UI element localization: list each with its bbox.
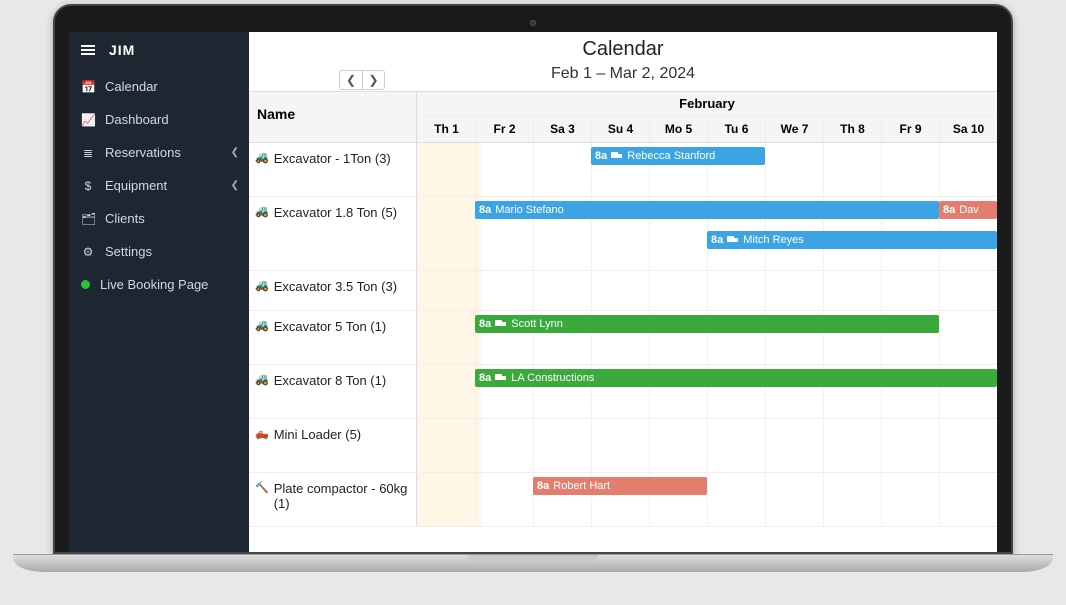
event-time: 8a [537,480,549,492]
main-content: Calendar Feb 1 – Mar 2, 2024 ❮ ❯ Name Fe… [249,32,997,552]
equipment-icon: 🚜 [255,373,269,386]
chevron-left-icon: ❮ [231,180,239,191]
slots-area: 8a Scott Lynn [417,311,997,364]
resource-name: 🚜Excavator 5 Ton (1) [249,311,417,364]
event-time: 8a [943,204,955,216]
slots-area: 8a Mario Stefano 8a Dav 8a Mitch Reyes [417,197,997,270]
prev-button[interactable]: ❮ [340,71,362,89]
sidebar-item-settings[interactable]: ⚙ Settings [69,235,249,268]
day-header: Th 1 [417,116,475,142]
sidebar-item-label: Reservations [105,145,181,160]
camera-dot [530,20,536,26]
event-time: 8a [595,150,607,162]
resource-row: 🚜Excavator 3.5 Ton (3) [249,271,997,311]
chevron-left-icon: ❮ [231,147,239,158]
booking-event[interactable]: 8a Robert Hart [533,477,707,495]
sidebar: JIM 📅 Calendar 📈 Dashboard ≣ Reservations ❮ $ Eq… [69,32,249,552]
sidebar-item-label: Live Booking Page [100,277,208,292]
equipment-icon: 🚜 [255,205,269,218]
day-header: Mo 5 [649,116,707,142]
sidebar-item-label: Dashboard [105,112,169,127]
event-label: Scott Lynn [511,318,563,330]
booking-event[interactable]: 8a Rebecca Stanford [591,147,765,165]
truck-icon [611,152,623,161]
list-icon: ≣ [81,146,95,160]
day-header: Su 4 [591,116,649,142]
live-status-icon [81,280,90,289]
sidebar-item-reservations[interactable]: ≣ Reservations ❮ [69,136,249,169]
resource-row: 🚜Excavator 5 Ton (1) 8a Scott Lynn [249,311,997,365]
resource-row: 🚜Excavator - 1Ton (3) 8a Rebecca Stanford [249,143,997,197]
event-label: Rebecca Stanford [627,150,715,162]
sidebar-item-label: Settings [105,244,152,259]
booking-event[interactable]: 8a LA Constructions [475,369,997,387]
hamburger-icon[interactable] [81,43,95,57]
gear-icon: ⚙ [81,245,95,259]
equipment-icon: 🔨 [255,481,269,494]
day-header: Fr 2 [475,116,533,142]
event-time: 8a [479,372,491,384]
dollar-icon: $ [81,179,95,193]
slots-area: 8a LA Constructions [417,365,997,418]
equipment-icon: 🚜 [255,151,269,164]
equipment-icon: 🚜 [255,319,269,332]
month-header: February [417,92,997,116]
next-button[interactable]: ❯ [362,71,384,89]
resource-name: 🛻Mini Loader (5) [249,419,417,472]
slots-area [417,419,997,472]
booking-event[interactable]: 8a Mitch Reyes [707,231,997,249]
sidebar-item-equipment[interactable]: $ Equipment ❮ [69,169,249,202]
slots-area [417,271,997,310]
booking-event[interactable]: 8a Dav [939,201,997,219]
resource-name: 🚜Excavator 3.5 Ton (3) [249,271,417,310]
brand-logo: JIM [109,42,135,58]
day-header: Fr 9 [881,116,939,142]
day-header: Tu 6 [707,116,765,142]
calendar-nav: ❮ ❯ [339,70,385,90]
resource-name: 🚜Excavator 8 Ton (1) [249,365,417,418]
booking-event[interactable]: 8a Scott Lynn [475,315,939,333]
event-time: 8a [479,204,491,216]
resource-name: 🚜Excavator 1.8 Ton (5) [249,197,417,270]
calendar-icon: 📅 [81,80,95,94]
event-time: 8a [711,234,723,246]
day-header: Th 8 [823,116,881,142]
sidebar-item-label: Calendar [105,79,158,94]
event-time: 8a [479,318,491,330]
event-label: Dav [959,204,979,216]
truck-icon [495,320,507,329]
truck-icon [495,374,507,383]
sidebar-item-clients[interactable]: 🗂 Clients [69,202,249,235]
sidebar-item-dashboard[interactable]: 📈 Dashboard [69,103,249,136]
resource-row: 🔨Plate compactor - 60kg (1) 8a Robert Hart [249,473,997,527]
resource-row: 🛻Mini Loader (5) [249,419,997,473]
booking-event[interactable]: 8a Mario Stefano [475,201,939,219]
event-label: Mitch Reyes [743,234,804,246]
equipment-icon: 🚜 [255,279,269,292]
equipment-icon: 🛻 [255,427,269,440]
truck-icon [727,236,739,245]
calendar-grid: Name February Th 1Fr 2Sa 3Su 4Mo 5Tu 6We… [249,91,997,527]
day-header: We 7 [765,116,823,142]
event-label: LA Constructions [511,372,594,384]
event-label: Mario Stefano [495,204,563,216]
slots-area: 8a Robert Hart [417,473,997,526]
name-header: Name [249,92,417,142]
sidebar-item-label: Equipment [105,178,167,193]
resource-name: 🚜Excavator - 1Ton (3) [249,143,417,196]
slots-area: 8a Rebecca Stanford [417,143,997,196]
day-header: Sa 3 [533,116,591,142]
sidebar-item-calendar[interactable]: 📅 Calendar [69,70,249,103]
resource-row: 🚜Excavator 8 Ton (1) 8a LA Constructions [249,365,997,419]
sidebar-item-label: Clients [105,211,145,226]
chart-icon: 📈 [81,113,95,127]
event-label: Robert Hart [553,480,610,492]
page-title: Calendar [249,38,997,61]
card-icon: 🗂 [81,212,95,226]
day-header: Sa 10 [939,116,997,142]
resource-row: 🚜Excavator 1.8 Ton (5) 8a Mario Stefano 8a D… [249,197,997,271]
sidebar-item-live-booking-page[interactable]: Live Booking Page [69,268,249,301]
resource-name: 🔨Plate compactor - 60kg (1) [249,473,417,526]
